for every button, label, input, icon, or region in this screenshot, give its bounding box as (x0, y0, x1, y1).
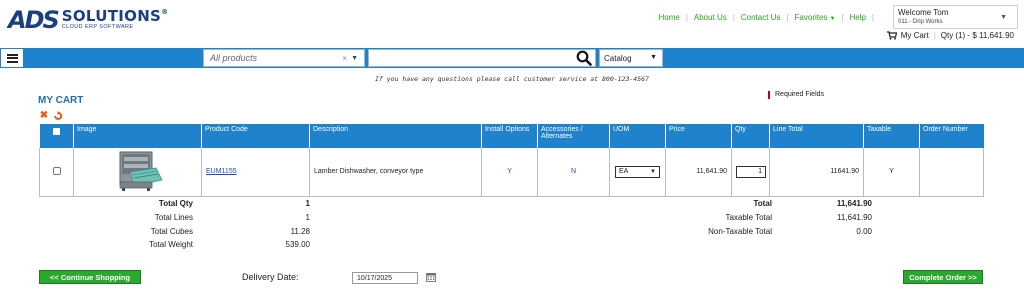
dishwasher-product-image[interactable] (112, 150, 164, 192)
nav-divider: | (841, 13, 844, 22)
column-header: Taxable (863, 124, 920, 148)
total-cubes-label: Total Cubes (150, 227, 193, 236)
top-navigation: Home | About Us | Contact Us | Favorites… (658, 13, 880, 22)
accessories-cell: N (537, 148, 610, 197)
continue-shopping-button[interactable]: << Continue Shopping (39, 270, 141, 284)
order-number-cell (919, 148, 984, 197)
undo-icon[interactable] (53, 111, 63, 121)
install-options-link[interactable]: Y (507, 168, 512, 175)
clear-icon[interactable]: × (342, 54, 347, 63)
required-fields-note: Required Fields (768, 91, 824, 99)
cart-table: Image Product Code Description Install O… (39, 124, 984, 197)
nav-divider: | (933, 31, 936, 40)
nav-about-link[interactable]: About Us (694, 13, 727, 22)
select-all-header (39, 124, 74, 148)
column-header: Install Options (481, 124, 538, 148)
taxable-total-value: 11,641.90 (837, 213, 872, 222)
search-input[interactable] (368, 49, 596, 67)
chevron-down-icon: ▼ (650, 54, 657, 61)
cart-summary: My Cart | Qty (1) - $ 11,641.90 (886, 31, 1014, 40)
total-lines-value: 1 (305, 213, 310, 222)
uom-cell: EA ▼ (609, 148, 666, 197)
row-checkbox[interactable] (52, 166, 61, 175)
my-cart-link[interactable]: My Cart (901, 31, 929, 40)
nav-home-link[interactable]: Home (658, 13, 679, 22)
column-header: Qty (731, 124, 770, 148)
column-header: Product Code (201, 124, 310, 148)
total-qty-label: Total Qty (158, 199, 193, 208)
account-name: 011 - Drip Works (898, 19, 943, 25)
non-taxable-total-value: 0.00 (856, 227, 872, 236)
qty-input[interactable]: 1 (736, 165, 766, 178)
catalog-value: Catalog (604, 53, 632, 63)
total-value: 11,641.90 (836, 199, 872, 208)
cart-actions: ✖ (39, 111, 63, 121)
nav-divider: | (786, 13, 789, 22)
line-total-cell: 11641.90 (769, 148, 864, 197)
uom-select[interactable]: EA ▼ (615, 165, 660, 178)
logo-mark: ADS (8, 6, 60, 34)
dropdown-arrow-icon: ▼ (1000, 14, 1007, 21)
column-header: UOM (609, 124, 666, 148)
column-header: Line Total (769, 124, 864, 148)
row-select-cell (39, 148, 74, 197)
total-cubes-value: 11.28 (290, 227, 310, 236)
non-taxable-total-label: Non-Taxable Total (708, 227, 772, 236)
column-header: Image (73, 124, 202, 148)
welcome-text: Welcome Tom (898, 8, 949, 17)
nav-help-link[interactable]: Help (849, 13, 865, 22)
page-title: MY CART (38, 95, 84, 106)
delivery-date-label: Delivery Date: (242, 272, 299, 282)
delivery-date-input[interactable]: 10/17/2025 (352, 272, 418, 284)
uom-value: EA (619, 168, 629, 176)
account-dropdown[interactable]: Welcome Tom 011 - Drip Works ▼ (893, 5, 1018, 29)
product-image-cell (73, 148, 202, 197)
total-qty-value: 1 (305, 199, 310, 208)
column-header: Order Number (919, 124, 984, 148)
taxable-cell: Y (863, 148, 920, 197)
complete-order-button[interactable]: Complete Order >> (903, 270, 983, 284)
product-code-cell: EUM1155 (201, 148, 310, 197)
total-weight-value: 539.00 (285, 240, 310, 249)
shopping-cart-icon (886, 31, 897, 40)
total-label: Total (753, 199, 772, 208)
product-code-link[interactable]: EUM1155 (206, 168, 237, 175)
hamburger-icon (6, 53, 18, 63)
logo-tagline: CLOUD ERP SOFTWARE (61, 24, 134, 31)
customer-service-notice: If you have any questions please call cu… (375, 75, 649, 83)
product-scope-value: All products (210, 53, 258, 63)
column-header: Price (665, 124, 732, 148)
nav-divider: | (685, 13, 688, 22)
delete-icon[interactable]: ✖ (39, 111, 49, 121)
taxable-total-label: Taxable Total (725, 213, 772, 222)
column-header: Accessories / Alternates (537, 124, 610, 148)
qty-cell: 1 (731, 148, 770, 197)
company-logo[interactable]: ADS SOLUTIONS® CLOUD ERP SOFTWARE (8, 6, 169, 34)
select-all-checkbox[interactable] (52, 128, 60, 135)
chevron-down-icon: ▼ (351, 54, 358, 62)
nav-contact-link[interactable]: Contact Us (741, 13, 781, 22)
catalog-select[interactable]: Catalog ▼ (599, 49, 663, 67)
column-header: Description (309, 124, 482, 148)
cart-qty-total: Qty (1) - $ 11,641.90 (940, 31, 1014, 40)
install-options-cell: Y (481, 148, 538, 197)
hamburger-menu-button[interactable] (0, 48, 24, 68)
table-row: EUM1155 Lamber Dishwasher, conveyor type… (39, 148, 984, 197)
logo-name: SOLUTIONS® (61, 7, 169, 26)
accessories-link[interactable]: N (571, 168, 576, 175)
description-cell: Lamber Dishwasher, conveyor type (309, 148, 482, 197)
nav-favorites-menu[interactable]: Favorites ▼ (795, 13, 836, 22)
price-cell: 11,641.90 (665, 148, 732, 197)
search-button[interactable] (572, 49, 596, 67)
search-icon (576, 50, 592, 66)
calendar-icon[interactable] (426, 272, 436, 282)
chevron-down-icon: ▼ (650, 168, 656, 175)
product-scope-select[interactable]: All products × ▼ (203, 49, 365, 67)
total-lines-label: Total Lines (154, 213, 193, 222)
nav-divider: | (732, 13, 735, 22)
chevron-down-icon: ▼ (829, 16, 836, 22)
total-weight-label: Total Weight (149, 240, 193, 249)
table-header-row: Image Product Code Description Install O… (39, 124, 984, 148)
nav-divider: | (871, 13, 874, 22)
